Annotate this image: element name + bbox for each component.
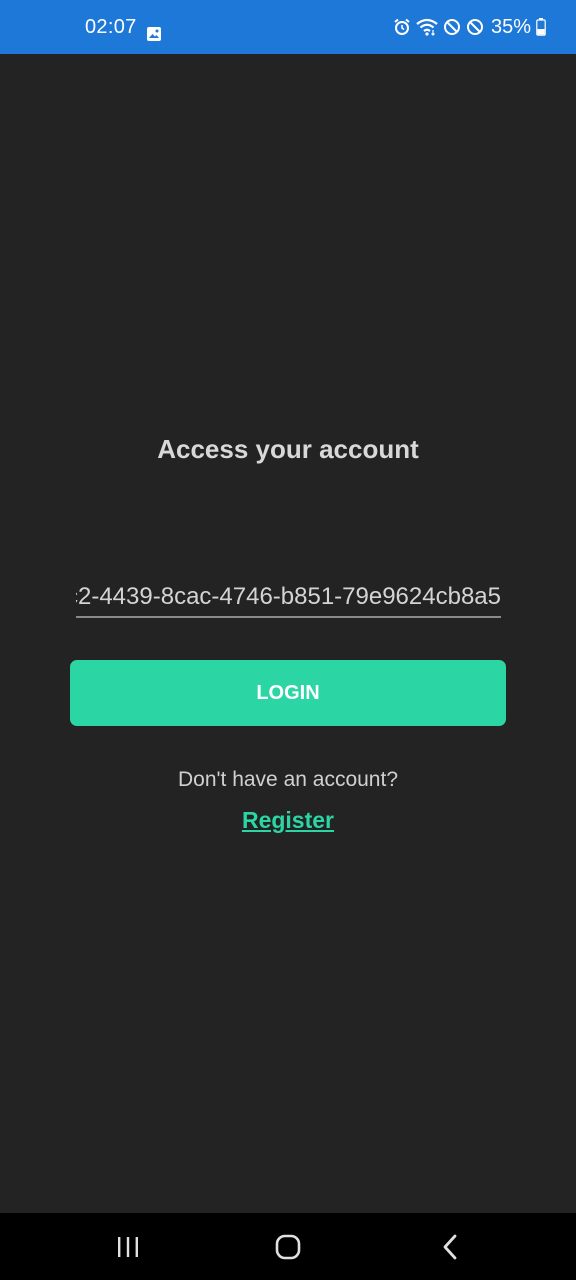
no-account-text: Don't have an account? bbox=[178, 768, 398, 791]
recent-apps-icon bbox=[118, 1236, 138, 1257]
page-title: Access your account bbox=[157, 434, 419, 464]
register-link[interactable]: Register bbox=[0, 807, 576, 834]
gallery-icon bbox=[147, 27, 161, 41]
back-button[interactable] bbox=[420, 1213, 480, 1280]
status-time: 02:07 bbox=[85, 15, 137, 38]
recent-apps-button[interactable] bbox=[98, 1213, 158, 1280]
login-button[interactable]: LOGIN bbox=[70, 660, 506, 726]
status-icons: 35% bbox=[393, 0, 546, 54]
do-not-disturb-icon bbox=[443, 19, 460, 35]
register-link-label: Register bbox=[241, 807, 335, 833]
status-bar: 02:07 35% bbox=[0, 0, 576, 54]
wifi-icon bbox=[416, 18, 438, 36]
battery-percent: 35% bbox=[490, 15, 531, 38]
blocked-icon bbox=[466, 19, 483, 35]
battery-icon bbox=[536, 18, 546, 36]
home-icon bbox=[275, 1234, 301, 1259]
alarm-icon bbox=[394, 18, 410, 35]
account-code-input[interactable] bbox=[76, 578, 501, 618]
back-icon bbox=[443, 1234, 457, 1259]
home-button[interactable] bbox=[258, 1213, 318, 1280]
navigation-bar bbox=[0, 1213, 576, 1280]
login-screen: Access your account LOGIN Don't have an … bbox=[0, 54, 576, 1213]
